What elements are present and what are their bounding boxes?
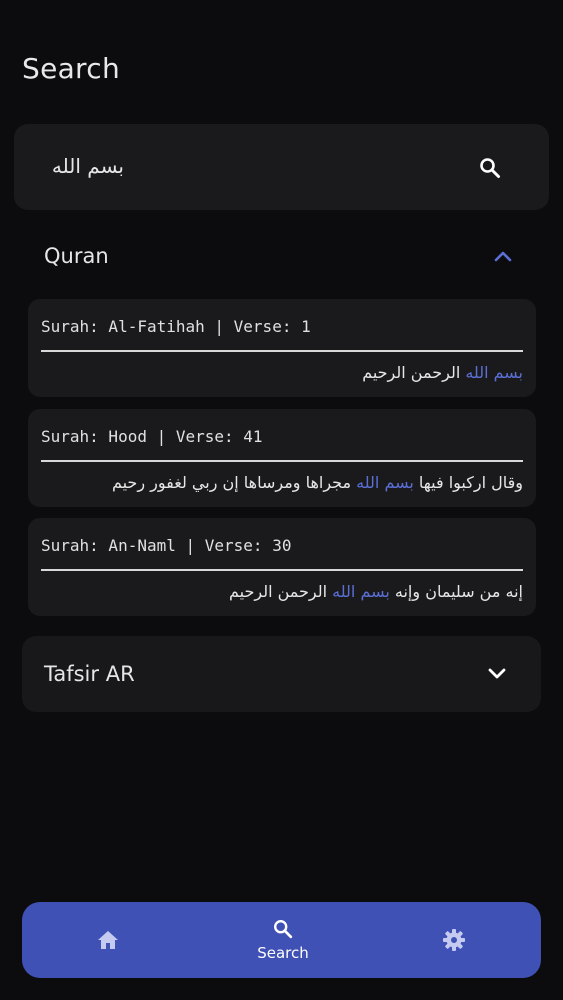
quran-section-label: Quran <box>44 244 109 268</box>
search-input[interactable] <box>34 144 124 188</box>
search-icon <box>274 920 293 939</box>
result-divider <box>41 569 523 571</box>
nav-settings-button[interactable] <box>432 902 476 978</box>
result-divider <box>41 460 523 462</box>
search-screen: Search Quran Surah: Al-Fatihah | Verse: … <box>0 0 563 1000</box>
result-verse: وقال اركبوا فيها بسم الله مجراها ومرساها… <box>112 473 523 492</box>
verse-match: بسم الله <box>356 473 414 492</box>
gear-icon <box>443 929 465 951</box>
result-card[interactable]: Surah: Hood | Verse: 41 وقال اركبوا فيها… <box>28 409 536 507</box>
nav-search-button[interactable]: Search <box>238 902 328 978</box>
nav-home-button[interactable] <box>86 902 130 978</box>
verse-before: إنه من سليمان وإنه <box>389 582 523 601</box>
verse-after: الرحمن الرحيم <box>362 363 466 382</box>
search-box <box>14 124 549 210</box>
verse-after: مجراها ومرساها إن ربي لغفور رحيم <box>111 473 357 492</box>
page-title: Search <box>22 52 120 85</box>
tafsir-section-label: Tafsir AR <box>44 662 135 686</box>
verse-after: الرحمن الرحيم <box>229 582 333 601</box>
quran-section-header[interactable]: Quran <box>22 218 541 294</box>
verse-match: بسم الله <box>465 363 523 382</box>
chevron-down-icon <box>488 668 506 679</box>
home-icon <box>98 931 118 949</box>
tafsir-section-header[interactable]: Tafsir AR <box>22 636 541 712</box>
verse-before: وقال اركبوا فيها <box>413 473 523 492</box>
result-card[interactable]: Surah: An-Naml | Verse: 30 إنه من سليمان… <box>28 518 536 616</box>
result-title: Surah: An-Naml | Verse: 30 <box>41 536 292 555</box>
nav-search-label: Search <box>257 944 309 962</box>
result-divider <box>41 350 523 352</box>
search-icon <box>480 158 500 178</box>
verse-match: بسم الله <box>332 582 390 601</box>
search-button[interactable] <box>470 148 510 188</box>
bottom-nav: Search <box>22 902 541 978</box>
chevron-up-icon <box>494 251 512 262</box>
result-verse: بسم الله الرحمن الرحيم <box>362 363 523 382</box>
search-input-wrap <box>34 144 124 188</box>
result-title: Surah: Hood | Verse: 41 <box>41 427 263 446</box>
result-verse: إنه من سليمان وإنه بسم الله الرحمن الرحي… <box>229 582 523 601</box>
result-title: Surah: Al-Fatihah | Verse: 1 <box>41 317 311 336</box>
result-card[interactable]: Surah: Al-Fatihah | Verse: 1 بسم الله ال… <box>28 299 536 397</box>
